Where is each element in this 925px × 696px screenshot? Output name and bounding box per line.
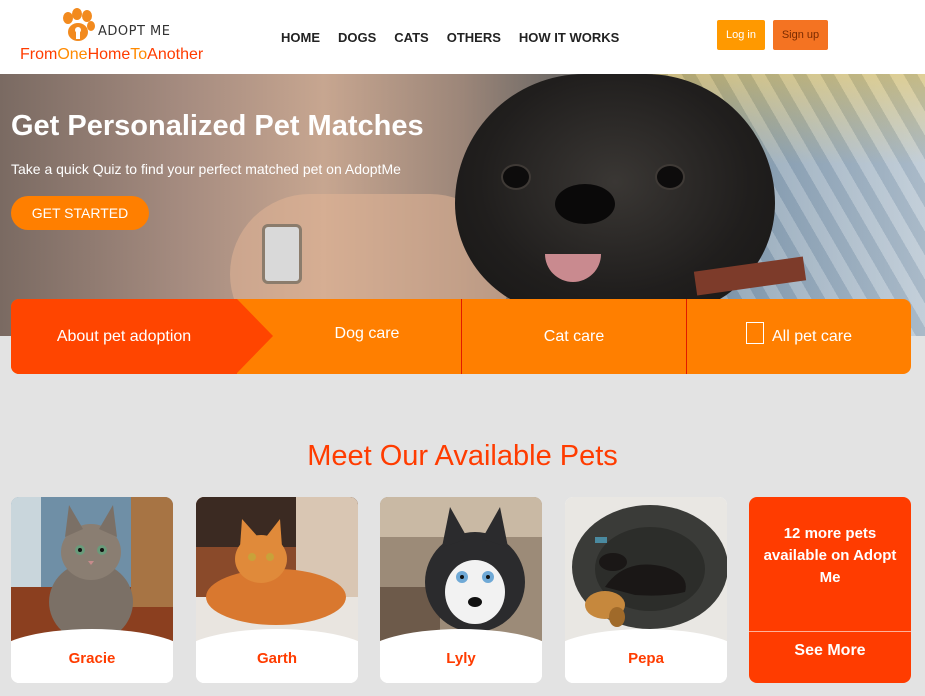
dachshund-photo — [565, 497, 727, 642]
hero-subtitle: Take a quick Quiz to find your perfect m… — [11, 161, 401, 177]
pet-name: Pepa — [628, 650, 664, 667]
pet-card-garth[interactable]: Garth — [196, 497, 358, 683]
nav-dogs[interactable]: DOGS — [338, 30, 376, 45]
hero-image-watch — [262, 224, 302, 284]
orange-cat-photo — [196, 497, 358, 642]
tagline: FromOneHomeToAnother — [20, 46, 204, 63]
pet-card-pepa[interactable]: Pepa — [565, 497, 727, 683]
pet-name: Lyly — [446, 650, 476, 667]
site-header: ADOPT ME FromOneHomeToAnother HOME DOGS … — [0, 0, 925, 74]
hero-banner: Get Personalized Pet Matches Take a quic… — [0, 74, 925, 336]
section-title: Meet Our Available Pets — [307, 440, 618, 472]
nav-others[interactable]: OTHERS — [447, 30, 501, 45]
paw-icon — [63, 8, 95, 41]
pet-name: Garth — [256, 650, 297, 667]
nav-cats[interactable]: CATS — [394, 30, 428, 45]
pet-card-gracie[interactable]: Gracie — [11, 497, 173, 683]
pet-name: Gracie — [68, 650, 116, 667]
pet-card-lyly[interactable]: Lyly — [380, 497, 542, 683]
broken-image-icon — [745, 321, 764, 344]
all-pet-care-link[interactable]: All pet care — [687, 299, 911, 374]
hero-title: Get Personalized Pet Matches — [11, 110, 424, 142]
more-pets-text: 12 more pets available on Adopt Me — [763, 525, 897, 586]
cat-care-link[interactable]: Cat care — [462, 299, 686, 374]
kitten-photo — [11, 497, 173, 642]
logo-name: ADOPT ME — [98, 24, 171, 39]
nav-how-it-works[interactable]: HOW IT WORKS — [519, 30, 619, 45]
login-button[interactable]: Log in — [717, 20, 765, 50]
nav-home[interactable]: HOME — [281, 30, 320, 45]
see-more-button[interactable]: See More — [749, 642, 911, 660]
about-adoption-link[interactable]: About pet adoption — [11, 299, 237, 374]
about-adoption-arrow — [237, 299, 273, 373]
get-started-button[interactable]: GET STARTED — [11, 196, 149, 230]
divider — [749, 631, 911, 632]
care-bar: About pet adoption Dog care Cat care All… — [11, 299, 911, 374]
signup-button[interactable]: Sign up — [773, 20, 828, 50]
logo[interactable]: ADOPT ME FromOneHomeToAnother — [20, 6, 220, 68]
more-pets-card[interactable]: 12 more pets available on Adopt Me See M… — [749, 497, 911, 683]
hero-image-pug — [455, 74, 807, 314]
main-nav: HOME DOGS CATS OTHERS HOW IT WORKS — [281, 30, 637, 45]
dog-care-link[interactable]: Dog care — [273, 299, 461, 371]
husky-puppy-photo — [380, 497, 542, 642]
